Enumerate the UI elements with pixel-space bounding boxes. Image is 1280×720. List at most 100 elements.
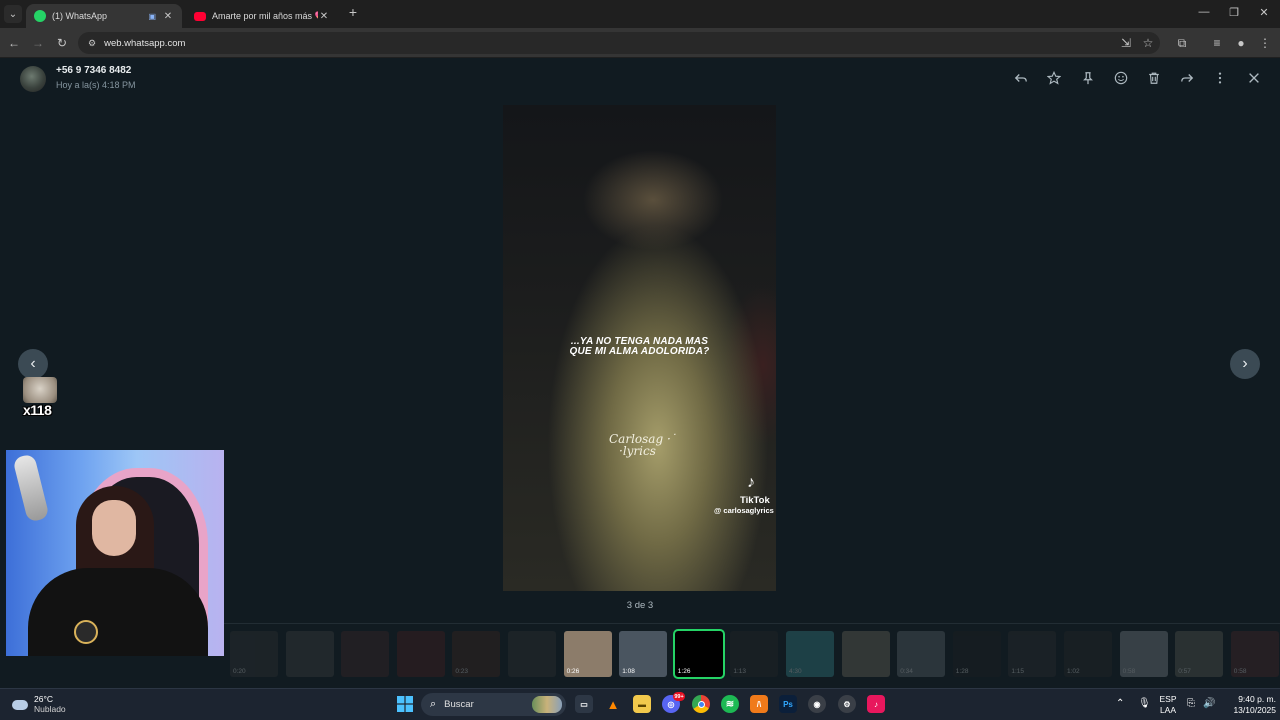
media-thumbnail[interactable]: 0:20: [230, 631, 278, 677]
watermark-line-2: ·lyrics: [619, 444, 656, 458]
reply-icon[interactable]: [1012, 69, 1030, 87]
search-label: Buscar: [444, 699, 474, 710]
microphone: [12, 453, 50, 523]
browser-toolbar: ← → ↻ ⚙ web.whatsapp.com ⇲ ☆ ⧉ ≡ ● ⋮: [0, 28, 1280, 58]
taskbar-search[interactable]: ⌕ Buscar: [421, 693, 566, 716]
install-app-icon[interactable]: ⇲: [1118, 35, 1134, 51]
media-thumbnail-strip: 0:20 0:23 0:26 1:08 1:26 1:13 4:30 0:34 1:28 1:15…: [224, 623, 1280, 685]
previous-media-button[interactable]: ‹: [18, 349, 48, 379]
media-thumbnail[interactable]: 0:58: [1119, 631, 1168, 677]
close-icon[interactable]: [1245, 69, 1263, 87]
restore-icon[interactable]: ❐: [1227, 6, 1241, 19]
media-thumbnail[interactable]: 0:57: [1175, 631, 1224, 677]
tiktok-name: TikTok: [740, 495, 770, 506]
task-view-icon[interactable]: ▭: [575, 695, 593, 713]
media-thumbnail[interactable]: 0:26: [563, 631, 612, 677]
media-thumbnail[interactable]: 1:02: [1064, 631, 1112, 677]
media-thumbnail[interactable]: 1:26: [672, 629, 725, 679]
media-thumbnail[interactable]: [396, 631, 445, 677]
network-icon[interactable]: ⎘: [1187, 698, 1195, 709]
media-thumbnail[interactable]: 1:13: [730, 631, 779, 677]
media-thumbnail[interactable]: [285, 631, 334, 677]
tab-media-icon[interactable]: ▣: [148, 12, 156, 21]
video-player[interactable]: ...YA NO TENGA NADA MAS QUE MI ALMA ADOL…: [503, 105, 776, 591]
tiktok-handle: @ carlosaglyrics: [714, 506, 774, 515]
media-thumbnail[interactable]: 0:34: [897, 631, 946, 677]
microphone-tray-icon[interactable]: 🎙: [1138, 698, 1151, 709]
bookmark-star-icon[interactable]: ☆: [1140, 35, 1156, 51]
profile-avatar-icon[interactable]: ●: [1233, 35, 1249, 51]
address-bar[interactable]: ⚙ web.whatsapp.com: [78, 32, 1160, 54]
media-thumbnail[interactable]: 4:30: [786, 631, 834, 677]
thumbnail-duration: 1:15: [1011, 668, 1025, 675]
media-thumbnail[interactable]: [508, 631, 556, 677]
back-icon[interactable]: ←: [6, 35, 22, 51]
weather-temperature: 26°C: [34, 694, 53, 704]
tiktok-app-icon[interactable]: ♪: [867, 695, 885, 713]
streamer-shirt: [28, 568, 208, 656]
volume-icon[interactable]: 🔊: [1203, 698, 1215, 709]
media-thumbnail[interactable]: [841, 631, 890, 677]
extensions-icon[interactable]: ⧉: [1174, 35, 1190, 51]
media-thumbnail[interactable]: 0:58: [1230, 631, 1279, 677]
star-icon[interactable]: [1045, 69, 1063, 87]
system-clock[interactable]: 9:40 p. m. 13/10/2025: [1220, 694, 1276, 716]
thumbnail-duration: 4:30: [789, 668, 802, 675]
browser-menu-icon[interactable]: ⋮: [1257, 35, 1273, 51]
obs-icon[interactable]: ◉: [808, 695, 826, 713]
new-tab-button[interactable]: +: [345, 4, 361, 22]
tab-close-icon[interactable]: ✕: [318, 11, 330, 22]
file-explorer-icon[interactable]: ▬: [633, 695, 651, 713]
sender-name: +56 9 7346 8482: [56, 65, 132, 76]
more-options-icon[interactable]: [1211, 69, 1229, 87]
tab-whatsapp[interactable]: (1) WhatsApp ▣ ✕: [26, 4, 182, 28]
language-indicator[interactable]: ESP LAA: [1156, 694, 1180, 716]
thumbnail-duration: 0:58: [1233, 668, 1247, 675]
thumbnail-duration: 1:02: [1067, 668, 1080, 675]
app-orange-icon[interactable]: /\: [750, 695, 768, 713]
forward-icon[interactable]: [1178, 69, 1196, 87]
delete-icon[interactable]: [1145, 69, 1163, 87]
site-info-icon[interactable]: ⚙: [88, 38, 96, 49]
pin-icon[interactable]: [1079, 69, 1097, 87]
thumbnail-duration: 1:26: [677, 668, 691, 675]
media-thumbnail[interactable]: 0:23: [452, 631, 501, 677]
reload-icon[interactable]: ↻: [54, 35, 70, 51]
media-thumbnail[interactable]: 1:28: [952, 631, 1001, 677]
language-code: ESP: [1159, 694, 1177, 704]
tab-title: Amarte por mil años más 💖 [e: [212, 10, 318, 21]
creator-watermark: Carlosag ·˙ ·lyrics: [609, 433, 689, 457]
next-media-button[interactable]: ›: [1230, 349, 1260, 379]
show-hidden-icons-chevron-icon[interactable]: ⌃: [1116, 698, 1124, 709]
search-icon: ⌕: [430, 698, 437, 710]
keyboard-layout: LAA: [1159, 705, 1177, 715]
thumbnail-duration: 0:23: [455, 668, 469, 675]
steam-icon[interactable]: ⚙: [838, 695, 856, 713]
tab-close-icon[interactable]: ✕: [162, 11, 174, 22]
window-close-icon[interactable]: ✕: [1257, 6, 1271, 19]
spotify-icon[interactable]: ≋: [721, 695, 739, 713]
media-thumbnail[interactable]: 1:08: [619, 631, 668, 677]
photoshop-icon[interactable]: Ps: [779, 695, 797, 713]
weather-widget[interactable]: 26°C Nublado: [12, 694, 66, 715]
avatar[interactable]: [20, 66, 46, 92]
thumbnail-duration: 1:28: [955, 668, 969, 675]
emoji-icon[interactable]: [1112, 69, 1130, 87]
minimize-icon[interactable]: —: [1197, 6, 1211, 18]
clock-time: 9:40 p. m.: [1238, 694, 1276, 704]
forward-nav-icon[interactable]: →: [30, 35, 46, 51]
media-thumbnail[interactable]: [341, 631, 390, 677]
thumbnail-duration: 0:34: [900, 668, 913, 675]
thumbnail-duration: 0:26: [566, 668, 580, 675]
windows-start-icon[interactable]: [396, 695, 414, 713]
notification-badge: 99+: [673, 692, 685, 701]
tab-youtube[interactable]: Amarte por mil años más 💖 [e ✕: [186, 4, 338, 28]
streamer-webcam-overlay: [6, 450, 224, 656]
windows-taskbar: 26°C Nublado ⌕ Buscar ▭ ▲ ▬ ◎ 99+ ≋ /\ P…: [0, 688, 1280, 720]
media-control-icon[interactable]: ≡: [1209, 35, 1225, 51]
vlc-icon[interactable]: ▲: [604, 695, 622, 713]
media-thumbnail[interactable]: 1:15: [1008, 631, 1057, 677]
tab-search-button[interactable]: ⌄: [4, 5, 22, 23]
chrome-icon[interactable]: [692, 695, 710, 713]
lyric-line-2: QUE MI ALMA ADOLORIDA?: [569, 346, 710, 357]
